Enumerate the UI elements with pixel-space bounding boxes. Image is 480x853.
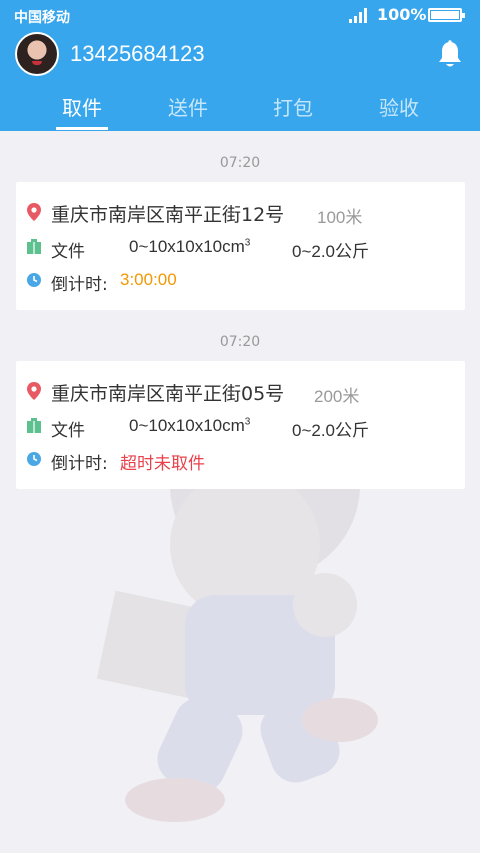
countdown-row: 倒计时: 3:00:00 bbox=[16, 268, 465, 296]
address-row: 重庆市南岸区南平正街12号 100米 bbox=[16, 200, 465, 228]
order-card[interactable]: 重庆市南岸区南平正街05号 200米 文件 0~10x10x10cm3 0~2.… bbox=[16, 361, 465, 489]
countdown-row: 倒计时: 超时未取件 bbox=[16, 447, 465, 475]
avatar[interactable] bbox=[15, 32, 59, 76]
package-size: 0~10x10x10cm3 bbox=[129, 237, 251, 256]
order-address: 重庆市南岸区南平正街05号 bbox=[51, 383, 285, 405]
package-type: 文件 bbox=[51, 421, 85, 441]
countdown-value: 超时未取件 bbox=[120, 454, 205, 473]
signal-icon bbox=[349, 8, 371, 23]
status-bar: 中国移动 100% bbox=[0, 0, 480, 30]
tab-bar: 取件 送件 打包 验收 bbox=[0, 86, 480, 131]
clock-icon bbox=[27, 452, 41, 466]
active-tab-indicator bbox=[56, 127, 108, 130]
order-address: 重庆市南岸区南平正街12号 bbox=[51, 204, 285, 226]
countdown-value: 3:00:00 bbox=[120, 270, 177, 289]
package-weight: 0~2.0公斤 bbox=[292, 242, 370, 261]
order-card[interactable]: 重庆市南岸区南平正街12号 100米 文件 0~10x10x10cm3 0~2.… bbox=[16, 182, 465, 310]
countdown-label: 倒计时: bbox=[51, 454, 108, 474]
order-distance: 200米 bbox=[314, 387, 360, 406]
battery-icon bbox=[428, 8, 465, 22]
carrier-name: 中国移动 bbox=[14, 10, 70, 26]
order-distance: 100米 bbox=[317, 208, 363, 227]
order-time: 07:20 bbox=[219, 155, 261, 171]
countdown-label: 倒计时: bbox=[51, 275, 108, 295]
app-header: 中国移动 100% 13425684123 取件 送件 打包 验收 bbox=[0, 0, 480, 131]
package-type: 文件 bbox=[51, 242, 85, 262]
location-pin-icon bbox=[27, 382, 41, 400]
package-icon bbox=[27, 418, 41, 433]
package-row: 文件 0~10x10x10cm3 0~2.0公斤 bbox=[16, 235, 465, 263]
package-row: 文件 0~10x10x10cm3 0~2.0公斤 bbox=[16, 414, 465, 442]
address-row: 重庆市南岸区南平正街05号 200米 bbox=[16, 379, 465, 407]
location-pin-icon bbox=[27, 203, 41, 221]
battery-percent: 100% bbox=[377, 5, 427, 24]
package-weight: 0~2.0公斤 bbox=[292, 421, 370, 440]
order-time: 07:20 bbox=[219, 334, 261, 350]
user-phone: 13425684123 bbox=[70, 41, 205, 66]
tab-pickup[interactable]: 取件 bbox=[42, 92, 122, 121]
clock-icon bbox=[27, 273, 41, 287]
tab-pack[interactable]: 打包 bbox=[253, 92, 333, 121]
package-icon bbox=[27, 239, 41, 254]
bell-icon[interactable] bbox=[437, 40, 463, 68]
tab-deliver[interactable]: 送件 bbox=[148, 92, 228, 121]
tab-inspect[interactable]: 验收 bbox=[359, 92, 439, 121]
package-size: 0~10x10x10cm3 bbox=[129, 416, 251, 435]
